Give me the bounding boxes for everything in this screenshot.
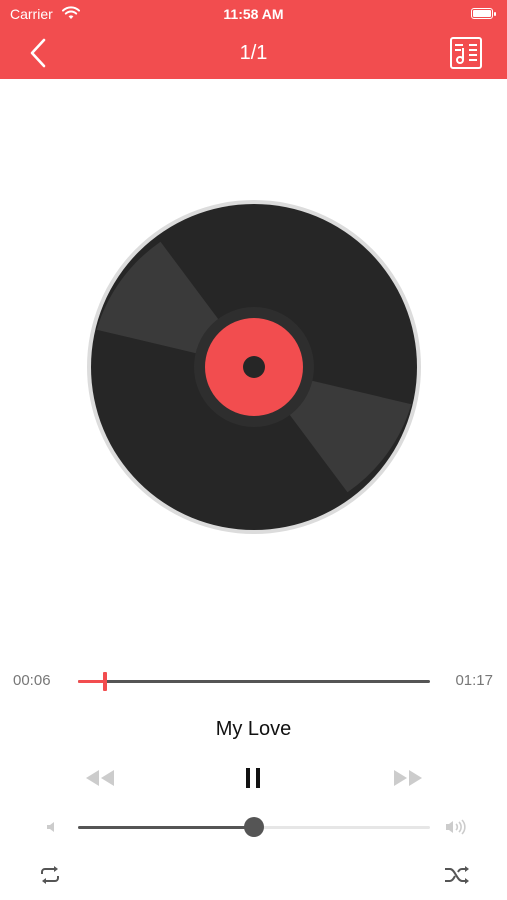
volume-high-icon: [446, 819, 466, 835]
elapsed-time: 00:06: [13, 672, 51, 689]
fast-forward-icon[interactable]: [392, 768, 424, 788]
pause-icon[interactable]: [240, 765, 266, 791]
volume-filled: [78, 826, 254, 829]
song-title: My Love: [215, 718, 292, 740]
volume-slider[interactable]: [78, 817, 430, 837]
clock: 11:58 AM: [223, 6, 284, 22]
progress-played: [78, 680, 106, 683]
repeat-icon[interactable]: [37, 864, 63, 886]
volume-knob[interactable]: [244, 817, 264, 837]
progress-track: [78, 680, 430, 683]
music-list-icon[interactable]: [449, 36, 483, 70]
battery-icon: [471, 8, 496, 19]
status-bar: Carrier 11:58 AM: [0, 0, 507, 28]
rewind-icon[interactable]: [84, 768, 116, 788]
progress-slider[interactable]: [78, 672, 430, 691]
vinyl-disc: [87, 200, 421, 534]
progress-thumb[interactable]: [103, 672, 108, 691]
header-bar: Carrier 11:58 AM 1/1: [0, 0, 507, 79]
shuffle-icon[interactable]: [443, 864, 471, 886]
volume-low-icon: [47, 822, 54, 832]
page-title: 1/1: [239, 42, 268, 64]
nav-bar: 1/1: [0, 28, 507, 79]
total-time: 01:17: [455, 672, 493, 689]
